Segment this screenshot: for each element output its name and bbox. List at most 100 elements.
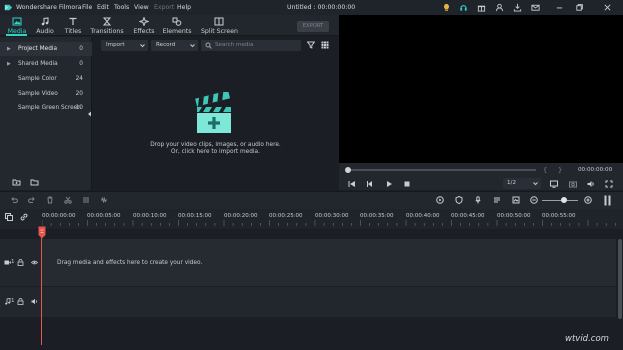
marker-shield-icon[interactable] xyxy=(455,196,463,204)
restore-icon[interactable] xyxy=(575,3,584,12)
skip-back-icon[interactable] xyxy=(348,180,356,188)
gift-icon[interactable] xyxy=(477,3,486,12)
zoom-out-icon[interactable] xyxy=(530,196,538,204)
drop-hint-line2[interactable]: Or, click here to import media. xyxy=(93,149,338,155)
tab-elements[interactable]: Elements xyxy=(160,16,194,36)
tab-split-screen[interactable]: Split Screen xyxy=(201,16,238,36)
sidebar-item-sample-green-screen[interactable]: Sample Green Screen 10 xyxy=(0,101,92,115)
video-track-icon xyxy=(4,260,11,265)
stop-icon[interactable] xyxy=(403,180,411,188)
expand-arrow-icon: ▶ xyxy=(7,61,11,67)
timeline-ruler[interactable] xyxy=(0,209,623,229)
close-icon[interactable] xyxy=(603,3,612,12)
eye-visibility-icon[interactable] xyxy=(31,259,38,266)
link-icon[interactable] xyxy=(20,213,28,221)
headset-icon[interactable] xyxy=(459,3,468,12)
scrubber-handle[interactable] xyxy=(345,167,351,173)
clapperboard-import-icon[interactable] xyxy=(193,92,237,134)
mail-icon[interactable] xyxy=(531,3,540,12)
ruler-ticks xyxy=(42,220,616,226)
export-button[interactable]: EXPORT xyxy=(297,21,329,32)
add-track-icon[interactable] xyxy=(5,213,13,221)
adjust-icon[interactable] xyxy=(82,196,90,204)
speaker-mute-toggle-icon[interactable] xyxy=(31,298,38,305)
delete-trash-icon[interactable] xyxy=(46,196,54,204)
search-icon xyxy=(205,42,212,49)
sidebar-item-project-media[interactable]: ▶ Project Media 0 xyxy=(0,42,92,56)
ruler-tick-label: 00:00:50:00 xyxy=(497,213,531,219)
zoom-in-icon[interactable] xyxy=(584,196,592,204)
monitor-icon[interactable] xyxy=(550,180,558,188)
redo-icon[interactable] xyxy=(28,196,36,204)
sidebar-item-label: Sample Video xyxy=(18,91,58,97)
snapshot-timeline-icon[interactable] xyxy=(512,196,520,204)
pause-bars-icon[interactable] xyxy=(603,195,612,206)
zoom-slider[interactable] xyxy=(542,200,578,201)
search-input[interactable]: Search media xyxy=(215,42,253,48)
record-dropdown[interactable]: Record xyxy=(151,40,198,51)
sidebar-item-sample-color[interactable]: Sample Color 24 xyxy=(0,72,92,86)
ruler-tick-label: 00:00:55:00 xyxy=(542,213,576,219)
filmora-logo-icon xyxy=(4,4,13,11)
new-folder-icon[interactable] xyxy=(12,178,21,186)
media-icon xyxy=(12,17,22,26)
mark-out-button[interactable]: } xyxy=(558,166,562,174)
filter-icon[interactable] xyxy=(307,41,315,49)
cut-scissors-icon[interactable] xyxy=(64,196,72,204)
menu-help[interactable]: Help xyxy=(177,4,191,11)
collapse-panel-icon[interactable] xyxy=(87,111,92,117)
step-back-icon[interactable] xyxy=(366,180,374,188)
tab-transitions[interactable]: Transitions xyxy=(90,16,124,36)
folder-icon[interactable] xyxy=(30,178,39,186)
timeline-scrollbar[interactable] xyxy=(618,239,622,319)
render-play-icon[interactable] xyxy=(436,196,444,204)
preview-scrubber[interactable] xyxy=(347,169,536,171)
menu-export[interactable]: Export xyxy=(154,4,174,11)
audio-waveform-icon[interactable] xyxy=(100,196,108,204)
preview-quality-select[interactable]: 1/2 xyxy=(503,178,541,189)
fullscreen-icon[interactable] xyxy=(605,180,613,188)
ruler-tick-label: 00:00:20:00 xyxy=(224,213,258,219)
audio-track[interactable] xyxy=(42,287,616,317)
playhead-handle[interactable] xyxy=(38,226,46,239)
mark-in-button[interactable]: { xyxy=(543,166,547,174)
download-icon[interactable] xyxy=(513,3,522,12)
microphone-icon[interactable] xyxy=(474,196,482,204)
lightbulb-icon[interactable] xyxy=(442,3,451,12)
video-track-number: 1 xyxy=(11,259,15,265)
menu-view[interactable]: View xyxy=(134,4,149,11)
sidebar-item-count: 10 xyxy=(75,105,83,111)
split-screen-icon xyxy=(214,17,224,26)
preview-window xyxy=(339,15,623,163)
snapshot-camera-icon[interactable] xyxy=(569,180,577,188)
document-title: Untitled : 00:00:00:00 xyxy=(287,4,356,11)
drop-hint-line1: Drop your video clips, images, or audio … xyxy=(150,142,281,148)
menu-edit[interactable]: Edit xyxy=(97,4,109,11)
search-box[interactable]: Search media xyxy=(201,40,301,51)
minimize-icon[interactable] xyxy=(555,3,564,12)
tab-titles[interactable]: Titles xyxy=(56,16,90,36)
chevron-down-icon xyxy=(190,44,195,48)
undo-icon[interactable] xyxy=(10,196,18,204)
sidebar-item-shared-media[interactable]: ▶ Shared Media 0 xyxy=(0,57,92,71)
lock-icon[interactable] xyxy=(17,298,24,305)
sidebar-item-sample-video[interactable]: Sample Video 20 xyxy=(0,87,92,101)
user-icon[interactable] xyxy=(495,3,504,12)
volume-icon[interactable] xyxy=(587,180,595,188)
import-label: Import xyxy=(106,42,125,48)
voiceover-list-icon[interactable] xyxy=(493,196,501,204)
playhead-line xyxy=(41,238,42,345)
lock-icon[interactable] xyxy=(17,259,24,266)
menu-file[interactable]: File xyxy=(82,4,92,11)
import-dropdown[interactable]: Import xyxy=(101,40,148,51)
ruler-tick-label: 00:00:25:00 xyxy=(269,213,303,219)
tab-effects[interactable]: Effects xyxy=(127,16,161,36)
tab-label: Transitions xyxy=(90,28,124,35)
play-icon[interactable] xyxy=(385,180,393,188)
chevron-down-icon xyxy=(140,44,145,48)
zoom-slider-handle[interactable] xyxy=(561,197,567,203)
grid-view-icon[interactable] xyxy=(321,41,329,49)
menu-tools[interactable]: Tools xyxy=(114,4,129,11)
expand-arrow-icon: ▶ xyxy=(7,46,11,52)
music-note-icon xyxy=(5,298,11,305)
